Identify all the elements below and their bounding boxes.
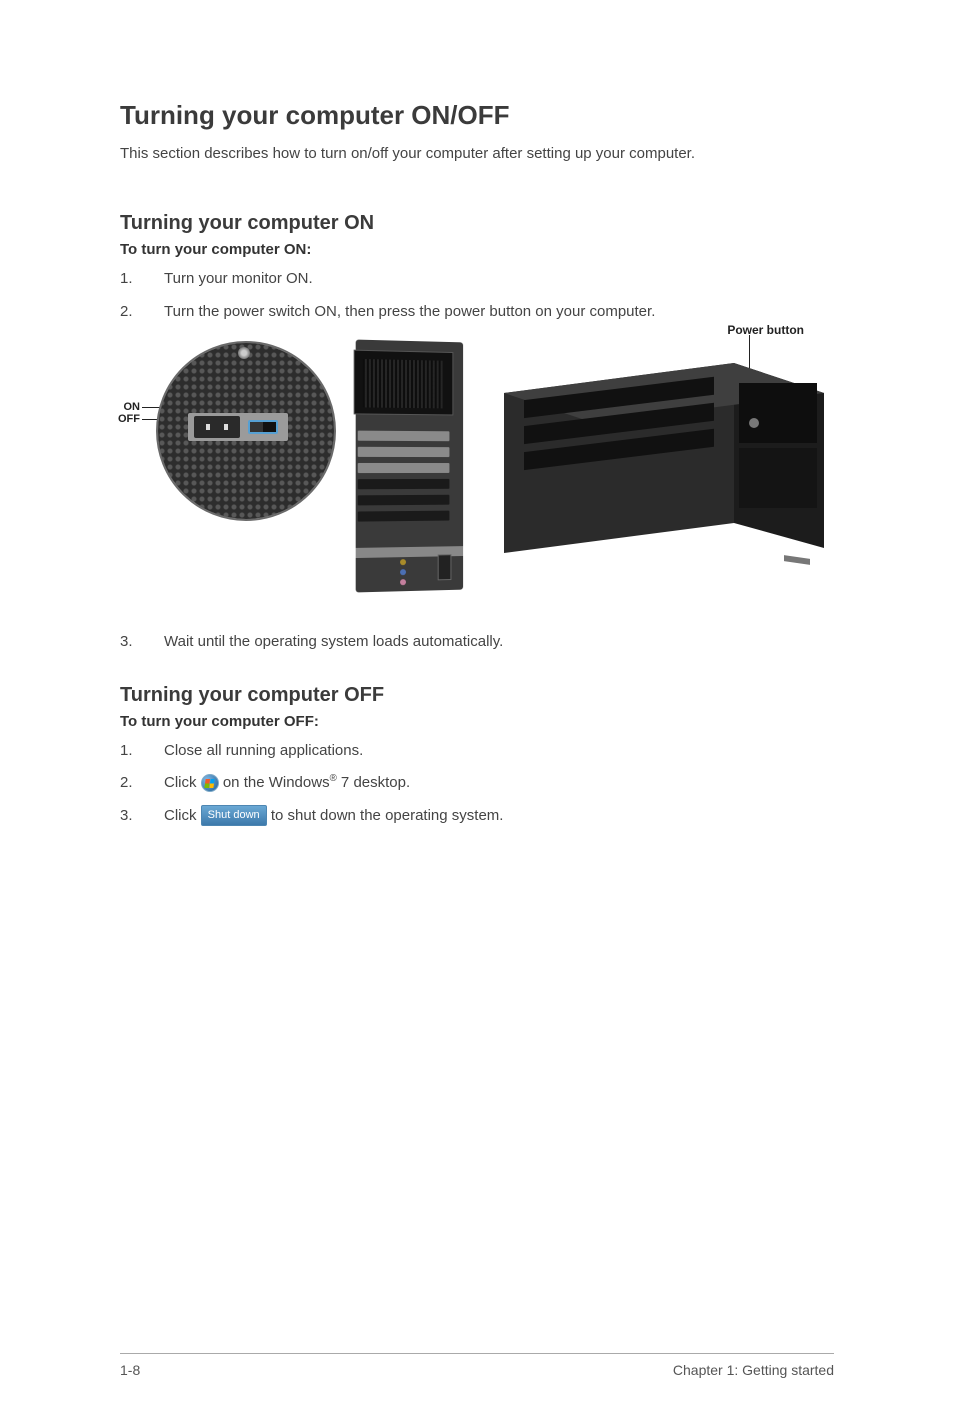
- on-label: ON: [124, 401, 141, 413]
- turn-off-subhead: To turn your computer OFF:: [120, 713, 834, 730]
- power-button-callout: Power button: [727, 323, 804, 337]
- turn-on-subhead: To turn your computer ON:: [120, 241, 834, 258]
- step-number: 3.: [120, 805, 164, 828]
- off-step-3: 3. Click Shut down to shut down the oper…: [120, 805, 834, 828]
- on-step-3: 3. Wait until the operating system loads…: [120, 631, 834, 654]
- step-text: Close all running applications.: [164, 740, 363, 763]
- on-step-2: 2. Turn the power switch ON, then press …: [120, 301, 834, 324]
- turn-off-section: Turning your computer OFF To turn your c…: [120, 684, 834, 828]
- step-text: Click on the Windows® 7 desktop.: [164, 772, 410, 795]
- tower-front-figure: Power button: [484, 341, 834, 573]
- page-title: Turning your computer ON/OFF: [120, 100, 834, 131]
- step-number: 1.: [120, 740, 164, 763]
- step-text: Wait until the operating system loads au…: [164, 631, 503, 654]
- on-step-1: 1. Turn your monitor ON.: [120, 268, 834, 291]
- step-text: Turn the power switch ON, then press the…: [164, 301, 655, 324]
- step-number: 2.: [120, 772, 164, 795]
- off-step-2: 2. Click on the Windows® 7 desktop.: [120, 772, 834, 795]
- step-number: 3.: [120, 631, 164, 654]
- shutdown-button-icon: Shut down: [201, 805, 267, 826]
- step-number: 1.: [120, 268, 164, 291]
- page-number: 1-8: [120, 1362, 140, 1378]
- figure-row: ON OFF: [120, 341, 834, 591]
- page-footer: 1-8 Chapter 1: Getting started: [120, 1353, 834, 1378]
- step-text: Turn your monitor ON.: [164, 268, 313, 291]
- off-label: OFF: [118, 413, 140, 425]
- turn-on-section: Turning your computer ON To turn your co…: [120, 212, 834, 654]
- tower-front-icon: [484, 353, 834, 573]
- psu-circle-icon: [156, 341, 336, 521]
- off-step-1: 1. Close all running applications.: [120, 740, 834, 763]
- step-number: 2.: [120, 301, 164, 324]
- step-text: Click Shut down to shut down the operati…: [164, 805, 503, 828]
- tower-rear-figure: [356, 340, 463, 593]
- intro-text: This section describes how to turn on/of…: [120, 145, 834, 162]
- power-switch-icon: [248, 420, 278, 434]
- windows-start-orb-icon: [201, 774, 219, 792]
- power-plug-icon: [194, 416, 240, 438]
- turn-on-heading: Turning your computer ON: [120, 212, 834, 235]
- chapter-label: Chapter 1: Getting started: [673, 1362, 834, 1378]
- turn-off-heading: Turning your computer OFF: [120, 684, 834, 707]
- psu-closeup-figure: ON OFF: [120, 341, 336, 521]
